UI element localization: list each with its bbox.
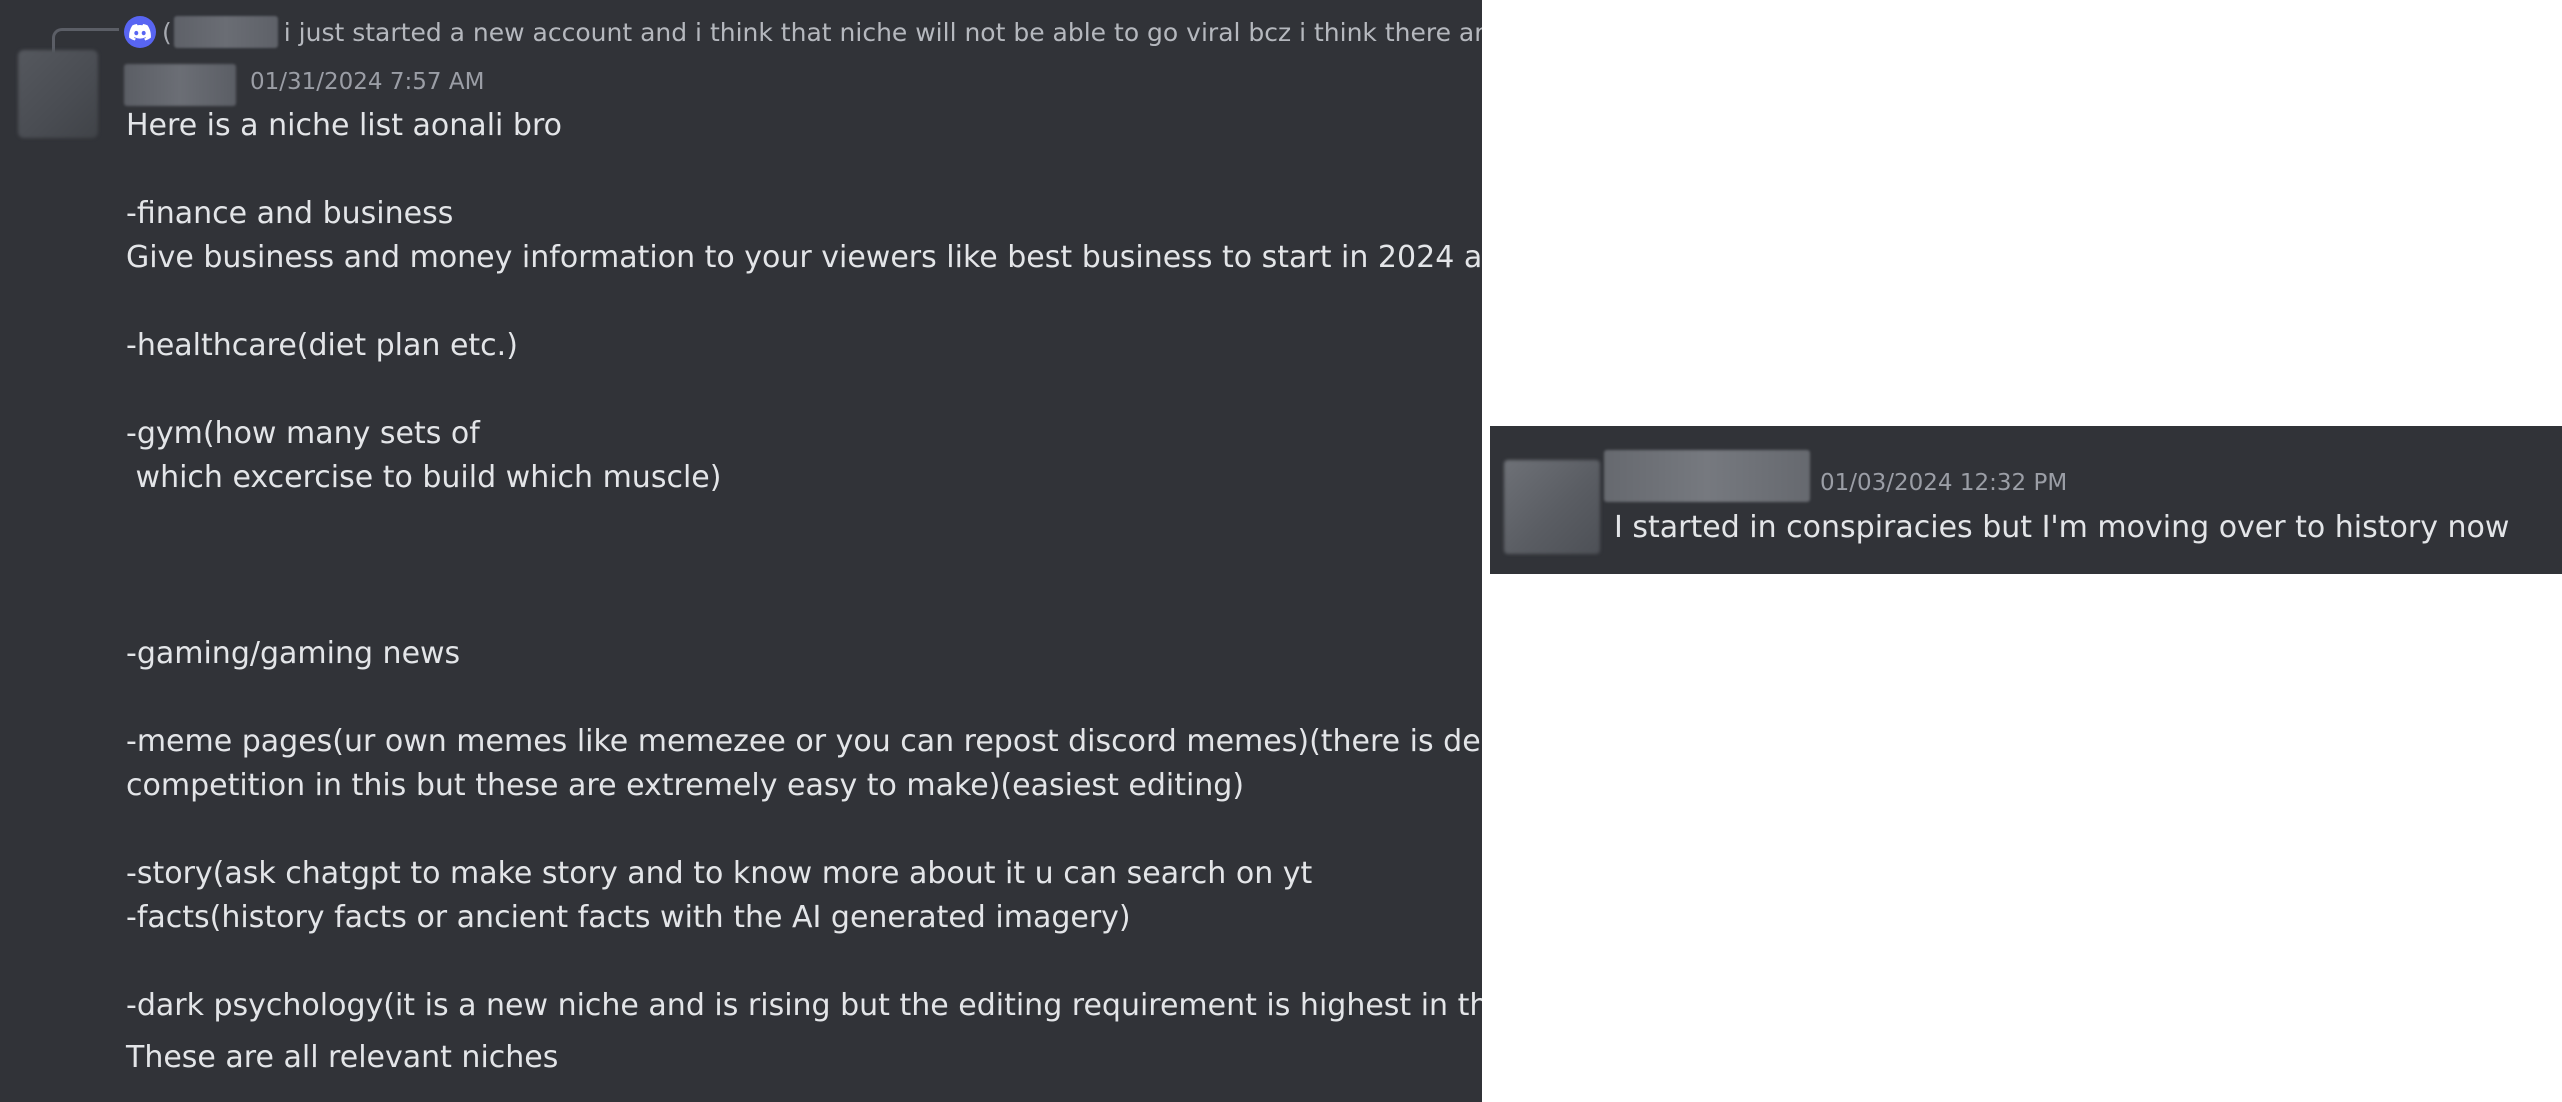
message-line: -dark psychology(it is a new niche and i… bbox=[126, 988, 1482, 1023]
right-message-panel: 01/03/2024 12:32 PM I started in conspir… bbox=[1490, 426, 2562, 574]
message-timestamp: 01/03/2024 12:32 PM bbox=[1820, 470, 2068, 496]
message-line: competition in this but these are extrem… bbox=[126, 768, 1245, 803]
left-message-panel: ( i just started a new account and i thi… bbox=[0, 0, 1482, 1102]
message-line-tail: These are all relevant niches bbox=[126, 1040, 559, 1075]
message-line: -healthcare(diet plan etc.) bbox=[126, 328, 518, 363]
message-line bbox=[126, 368, 1466, 412]
reply-text: i just started a new account and i think… bbox=[283, 17, 1482, 47]
reply-paren: ( bbox=[162, 17, 172, 47]
message-content: Here is a niche list aonali bro -finance… bbox=[126, 104, 1482, 1080]
message-line bbox=[126, 940, 1466, 984]
screenshot-stage: ( i just started a new account and i thi… bbox=[0, 0, 2562, 1102]
message-line: Here is a niche list aonali bro bbox=[126, 108, 562, 143]
message-line: which excercise to build which muscle) bbox=[126, 460, 722, 495]
message-line bbox=[126, 808, 1466, 852]
message-line: -story(ask chatgpt to make story and to … bbox=[126, 856, 1313, 891]
message-line bbox=[126, 148, 1466, 192]
username-redacted[interactable] bbox=[124, 64, 236, 106]
avatar-redacted[interactable] bbox=[1504, 460, 1600, 554]
message-line bbox=[126, 588, 1466, 632]
reply-username-redacted bbox=[173, 16, 278, 48]
message-timestamp: 01/31/2024 7:57 AM bbox=[250, 69, 485, 95]
message-line: -facts(history facts or ancient facts wi… bbox=[126, 900, 1131, 935]
message-line bbox=[126, 280, 1466, 324]
message-line bbox=[126, 676, 1466, 720]
message-line: -finance and business bbox=[126, 196, 454, 231]
username-redacted[interactable] bbox=[1604, 450, 1810, 502]
message-line bbox=[126, 500, 1466, 544]
message-line: Give business and money information to y… bbox=[126, 240, 1482, 275]
reply-preview[interactable]: ( i just started a new account and i thi… bbox=[124, 8, 1482, 56]
avatar-redacted[interactable] bbox=[18, 50, 98, 138]
message-line: -gaming/gaming news bbox=[126, 636, 461, 671]
discord-icon bbox=[124, 16, 156, 48]
message-content: I started in conspiracies but I'm moving… bbox=[1614, 510, 2510, 545]
message-line bbox=[126, 544, 1466, 588]
message-line: -meme pages(ur own memes like memezee or… bbox=[126, 724, 1482, 759]
message-line: -gym(how many sets of bbox=[126, 416, 480, 451]
